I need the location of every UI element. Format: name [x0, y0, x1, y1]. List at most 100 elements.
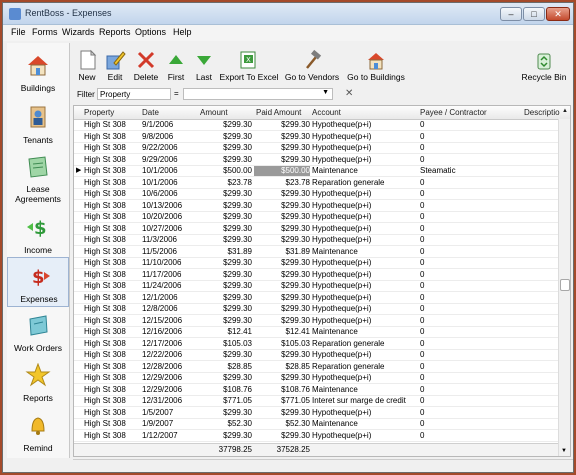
table-row[interactable]: High St 308 9/1/2006 $299.30 $299.30 Hypothe…: [74, 120, 558, 131]
cell-amount[interactable]: $299.30: [196, 143, 252, 153]
menu-file[interactable]: File: [11, 27, 26, 37]
cell-paid-amount[interactable]: $299.30: [254, 373, 310, 383]
cell-paid-amount[interactable]: $299.30: [254, 281, 310, 291]
cell-date[interactable]: 10/6/2006: [142, 189, 196, 199]
table-row[interactable]: High St 308 12/17/2006 $105.03 $105.03 Repar…: [74, 339, 558, 350]
table-row[interactable]: High St 308 12/31/2006 $771.05 $771.05 Inter…: [74, 396, 558, 407]
table-row[interactable]: High St 308 12/29/2006 $299.30 $299.30 Hypot…: [74, 373, 558, 384]
cell-paid-amount[interactable]: $299.30: [254, 224, 310, 234]
table-row[interactable]: High St 308 9/29/2006 $299.30 $299.30 Hypoth…: [74, 155, 558, 166]
cell-account[interactable]: Hypotheque(p+i): [312, 304, 418, 314]
cell-payee[interactable]: 0: [420, 201, 520, 211]
cell-payee[interactable]: 0: [420, 178, 520, 188]
cell-property[interactable]: High St 308: [84, 178, 140, 188]
menu-help[interactable]: Help: [173, 27, 192, 37]
cell-account[interactable]: Hypotheque(p+i): [312, 201, 418, 211]
cell-date[interactable]: 11/24/2006: [142, 281, 196, 291]
table-row[interactable]: High St 308 9/8/2006 $299.30 $299.30 Hypothe…: [74, 132, 558, 143]
cell-payee[interactable]: Steamatic: [420, 166, 520, 176]
cell-paid-amount[interactable]: $299.30: [254, 258, 310, 268]
cell-payee[interactable]: 0: [420, 431, 520, 441]
new-button[interactable]: New: [73, 43, 101, 87]
cell-amount[interactable]: $299.30: [196, 408, 252, 418]
cell-account[interactable]: Hypotheque(p+i): [312, 155, 418, 165]
table-row[interactable]: High St 308 10/27/2006 $299.30 $299.30 Hypot…: [74, 224, 558, 235]
table-row[interactable]: High St 308 12/1/2006 $299.30 $299.30 Hypoth…: [74, 293, 558, 304]
cell-amount[interactable]: $31.89: [196, 247, 252, 257]
cell-account[interactable]: Maintenance: [312, 247, 418, 257]
cell-paid-amount[interactable]: $12.41: [254, 327, 310, 337]
cell-property[interactable]: High St 308: [84, 316, 140, 326]
cell-date[interactable]: 10/1/2006: [142, 166, 196, 176]
close-button[interactable]: ✕: [546, 7, 570, 21]
cell-date[interactable]: 10/1/2006: [142, 178, 196, 188]
cell-account[interactable]: Hypotheque(p+i): [312, 408, 418, 418]
menu-options[interactable]: Options: [135, 27, 166, 37]
cell-property[interactable]: High St 308: [84, 235, 140, 245]
sidebar-item-expenses[interactable]: $ Expenses: [7, 257, 69, 307]
cell-payee[interactable]: 0: [420, 212, 520, 222]
table-row[interactable]: High St 308 11/17/2006 $299.30 $299.30 Hypot…: [74, 270, 558, 281]
cell-amount[interactable]: $105.03: [196, 339, 252, 349]
cell-date[interactable]: 10/27/2006: [142, 224, 196, 234]
cell-property[interactable]: High St 308: [84, 281, 140, 291]
cell-amount[interactable]: $23.78: [196, 178, 252, 188]
cell-account[interactable]: Hypotheque(p+i): [312, 224, 418, 234]
cell-payee[interactable]: 0: [420, 224, 520, 234]
table-row[interactable]: High St 308 11/5/2006 $31.89 $31.89 Maintena…: [74, 247, 558, 258]
cell-paid-amount[interactable]: $299.30: [254, 189, 310, 199]
table-row[interactable]: High St 308 11/24/2006 $299.30 $299.30 Hypot…: [74, 281, 558, 292]
last-button[interactable]: Last: [191, 43, 217, 87]
cell-amount[interactable]: $299.30: [196, 258, 252, 268]
cell-date[interactable]: 9/1/2006: [142, 120, 196, 130]
cell-date[interactable]: 11/5/2006: [142, 247, 196, 257]
cell-payee[interactable]: 0: [420, 304, 520, 314]
cell-payee[interactable]: 0: [420, 373, 520, 383]
cell-payee[interactable]: 0: [420, 155, 520, 165]
go-to-vendors-button[interactable]: Go to Vendors: [283, 43, 341, 87]
cell-paid-amount[interactable]: $299.30: [254, 201, 310, 211]
cell-payee[interactable]: 0: [420, 120, 520, 130]
cell-property[interactable]: High St 308: [84, 362, 140, 372]
cell-date[interactable]: 12/28/2006: [142, 362, 196, 372]
cell-date[interactable]: 12/29/2006: [142, 373, 196, 383]
cell-date[interactable]: 12/31/2006: [142, 396, 196, 406]
cell-paid-amount[interactable]: $299.30: [254, 212, 310, 222]
cell-account[interactable]: Reparation generale: [312, 362, 418, 372]
cell-property[interactable]: High St 308: [84, 408, 140, 418]
cell-date[interactable]: 1/5/2007: [142, 408, 196, 418]
cell-payee[interactable]: 0: [420, 350, 520, 360]
cell-payee[interactable]: 0: [420, 132, 520, 142]
column-header-date[interactable]: Date: [142, 108, 159, 117]
table-row[interactable]: High St 308 12/22/2006 $299.30 $299.30 Hypot…: [74, 350, 558, 361]
cell-date[interactable]: 12/29/2006: [142, 385, 196, 395]
cell-amount[interactable]: $299.30: [196, 373, 252, 383]
cell-date[interactable]: 12/16/2006: [142, 327, 196, 337]
table-row[interactable]: High St 308 12/16/2006 $12.41 $12.41 Mainten…: [74, 327, 558, 338]
recycle-bin-button[interactable]: Recycle Bin: [519, 43, 569, 87]
cell-payee[interactable]: 0: [420, 270, 520, 280]
column-header-property[interactable]: Property: [84, 108, 114, 117]
table-row[interactable]: High St 308 1/5/2007 $299.30 $299.30 Hypothe…: [74, 408, 558, 419]
sidebar-item-tenants[interactable]: Tenants: [7, 99, 69, 149]
cell-paid-amount[interactable]: $299.30: [254, 408, 310, 418]
cell-date[interactable]: 12/17/2006: [142, 339, 196, 349]
cell-amount[interactable]: $299.30: [196, 270, 252, 280]
cell-payee[interactable]: 0: [420, 385, 520, 395]
cell-account[interactable]: Hypotheque(p+i): [312, 212, 418, 222]
cell-amount[interactable]: $299.30: [196, 350, 252, 360]
cell-property[interactable]: High St 308: [84, 419, 140, 429]
menu-reports[interactable]: Reports: [99, 27, 131, 37]
cell-property[interactable]: High St 308: [84, 212, 140, 222]
cell-date[interactable]: 9/22/2006: [142, 143, 196, 153]
table-row[interactable]: High St 308 1/12/2007 $299.30 $299.30 Hypoth…: [74, 431, 558, 442]
cell-property[interactable]: High St 308: [84, 431, 140, 441]
cell-paid-amount[interactable]: $299.30: [254, 293, 310, 303]
cell-paid-amount[interactable]: $299.30: [254, 235, 310, 245]
cell-paid-amount[interactable]: $23.78: [254, 178, 310, 188]
cell-account[interactable]: Hypotheque(p+i): [312, 235, 418, 245]
table-row[interactable]: ▶ High St 308 10/1/2006 $500.00 $500.00 Maint…: [74, 166, 558, 177]
column-header-amount[interactable]: Amount: [200, 108, 228, 117]
cell-paid-amount[interactable]: $299.30: [254, 304, 310, 314]
cell-property[interactable]: High St 308: [84, 155, 140, 165]
